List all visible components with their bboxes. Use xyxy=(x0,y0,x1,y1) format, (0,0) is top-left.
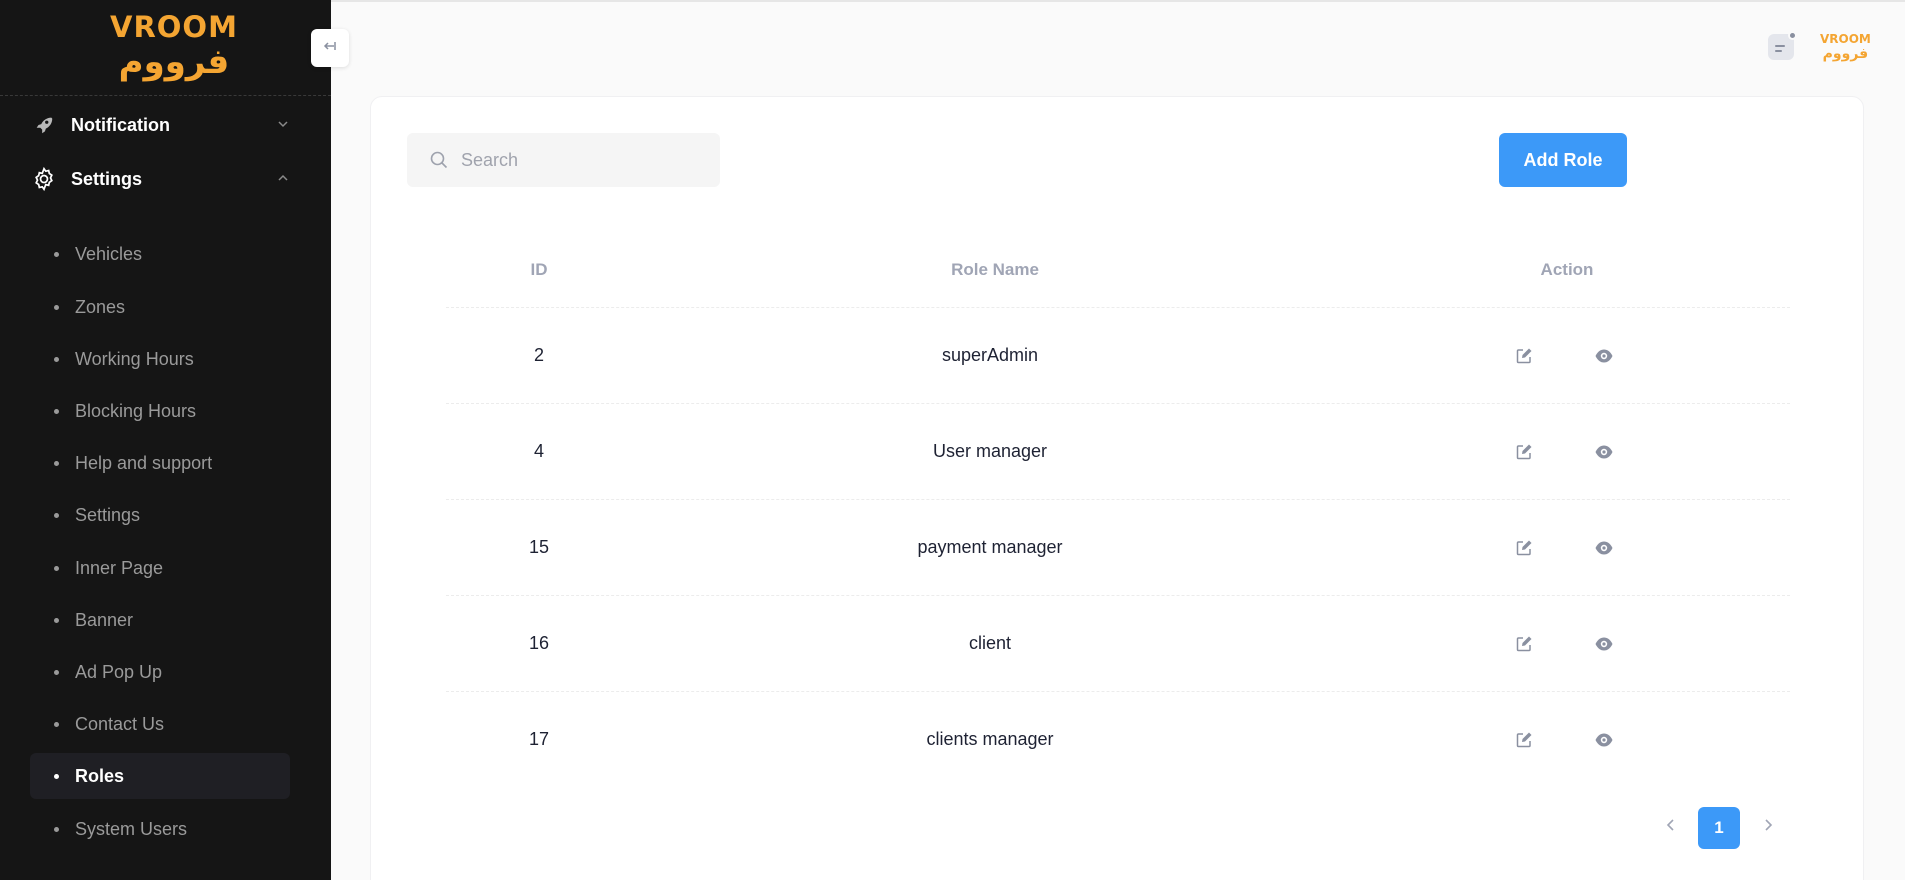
sidebar-item-label: Blocking Hours xyxy=(75,400,197,421)
notification-button[interactable] xyxy=(1768,31,1797,60)
table-row: 4 User manager xyxy=(446,404,1790,500)
bullet xyxy=(54,565,59,571)
cell-id: 2 xyxy=(533,345,545,365)
sidebar-item-label: Contact Us xyxy=(75,713,165,734)
bullet xyxy=(54,826,59,832)
chevron-right-icon xyxy=(1761,818,1775,837)
view-icon[interactable] xyxy=(1592,344,1616,368)
roles-card: Add Role ID Role Name Action 2 superAdmi… xyxy=(370,96,1864,880)
collapse-sidebar-button[interactable] xyxy=(311,29,349,67)
cell-id: 15 xyxy=(528,537,550,557)
bullet xyxy=(54,251,59,257)
previous-page-button[interactable] xyxy=(1657,807,1685,847)
sidebar-item-label: Zones xyxy=(75,296,126,317)
sidebar-item-banner[interactable]: Banner xyxy=(30,597,290,643)
user-avatar-logo[interactable]: VROOM فرووم xyxy=(1820,32,1871,62)
search-icon xyxy=(429,150,449,170)
sidebar-group-label: Settings xyxy=(71,168,143,189)
bullet xyxy=(54,669,59,675)
edit-icon[interactable] xyxy=(1512,440,1536,464)
sidebar-item-blocking-hours[interactable]: Blocking Hours xyxy=(30,388,290,434)
logo-area: VROOM فرووم xyxy=(0,0,331,96)
sidebar-item-label: Inner Page xyxy=(75,557,164,578)
sidebar-item-contact-us[interactable]: Contact Us xyxy=(30,701,290,747)
sidebar-item-label: Help and support xyxy=(75,452,213,473)
view-icon[interactable] xyxy=(1592,440,1616,464)
brand-logo[interactable]: VROOM فرووم xyxy=(110,12,238,82)
edit-icon[interactable] xyxy=(1512,632,1536,656)
sidebar-item-label: System Users xyxy=(75,818,188,839)
logo-text-ar: فرووم xyxy=(118,42,230,82)
sidebar-group-settings[interactable]: Settings xyxy=(30,158,300,200)
edit-icon[interactable] xyxy=(1512,536,1536,560)
rocket-icon xyxy=(30,111,58,139)
page-button-current[interactable]: 1 xyxy=(1698,807,1740,849)
cell-id: 16 xyxy=(528,633,550,653)
cell-id: 4 xyxy=(533,441,545,461)
sidebar-item-label: Banner xyxy=(75,609,134,630)
cell-id: 17 xyxy=(528,729,550,749)
chevron-up-icon xyxy=(276,171,290,190)
edit-icon[interactable] xyxy=(1512,728,1536,752)
cell-role-name: clients manager xyxy=(926,729,1054,749)
notification-icon xyxy=(1775,45,1785,47)
sidebar-item-label: Working Hours xyxy=(75,348,194,369)
sidebar-item-label: Settings xyxy=(75,504,141,525)
sidebar-item-zones[interactable]: Zones xyxy=(30,284,290,330)
sidebar-item-label: Vehicles xyxy=(75,243,143,264)
logo-text-en: VROOM xyxy=(110,10,238,44)
bullet xyxy=(54,721,59,727)
sidebar-item-ad-pop-up[interactable]: Ad Pop Up xyxy=(30,649,290,695)
gear-icon xyxy=(30,165,58,193)
bullet xyxy=(54,460,59,466)
sidebar-item-settings[interactable]: Settings xyxy=(30,492,290,538)
sidebar-item-label: Ad Pop Up xyxy=(75,661,163,682)
table-row: 17 clients manager xyxy=(446,692,1790,788)
cell-role-name: client xyxy=(968,633,1012,653)
sidebar-item-label: Roles xyxy=(75,765,125,786)
mini-logo-en: VROOM xyxy=(1820,32,1871,46)
next-page-button[interactable] xyxy=(1754,807,1782,847)
sidebar-item-roles[interactable]: Roles xyxy=(30,753,290,799)
sidebar-group-notification[interactable]: Notification xyxy=(30,104,300,146)
view-icon[interactable] xyxy=(1592,536,1616,560)
edit-icon[interactable] xyxy=(1512,344,1536,368)
bullet xyxy=(54,408,59,414)
column-header-role-name: Role Name xyxy=(951,260,1039,279)
sidebar-item-vehicles[interactable]: Vehicles xyxy=(30,231,290,277)
sidebar-item-help-and-support[interactable]: Help and support xyxy=(30,440,290,486)
column-header-action: Action xyxy=(1540,260,1594,279)
bullet xyxy=(54,512,59,518)
view-icon[interactable] xyxy=(1592,632,1616,656)
column-header-id: ID xyxy=(530,260,548,279)
sidebar: VROOM فرووم Notification Settings Vehicl… xyxy=(0,0,331,880)
notification-dot xyxy=(1788,31,1797,40)
chevron-down-icon xyxy=(276,117,290,136)
sidebar-group-label: Notification xyxy=(71,114,170,135)
table-row: 2 superAdmin xyxy=(446,308,1790,404)
search-box xyxy=(407,133,720,187)
table-header: ID Role Name Action xyxy=(446,260,1790,308)
add-role-button[interactable]: Add Role xyxy=(1499,133,1627,187)
cell-role-name: payment manager xyxy=(917,537,1063,557)
bullet xyxy=(54,773,59,779)
chevron-left-icon xyxy=(1664,818,1678,837)
bullet xyxy=(54,304,59,310)
cell-role-name: superAdmin xyxy=(941,345,1039,365)
search-input[interactable] xyxy=(461,149,711,171)
mini-logo-ar: فرووم xyxy=(1822,46,1869,62)
topbar-border xyxy=(331,0,1905,2)
sidebar-item-system-users[interactable]: System Users xyxy=(30,806,290,852)
sidebar-item-inner-page[interactable]: Inner Page xyxy=(30,545,290,591)
table-row: 15 payment manager xyxy=(446,500,1790,596)
arrow-left-icon xyxy=(322,38,338,59)
sidebar-item-working-hours[interactable]: Working Hours xyxy=(30,336,290,382)
bullet xyxy=(54,617,59,623)
table-row: 16 client xyxy=(446,596,1790,692)
bullet xyxy=(54,356,59,362)
view-icon[interactable] xyxy=(1592,728,1616,752)
cell-role-name: User manager xyxy=(932,441,1048,461)
